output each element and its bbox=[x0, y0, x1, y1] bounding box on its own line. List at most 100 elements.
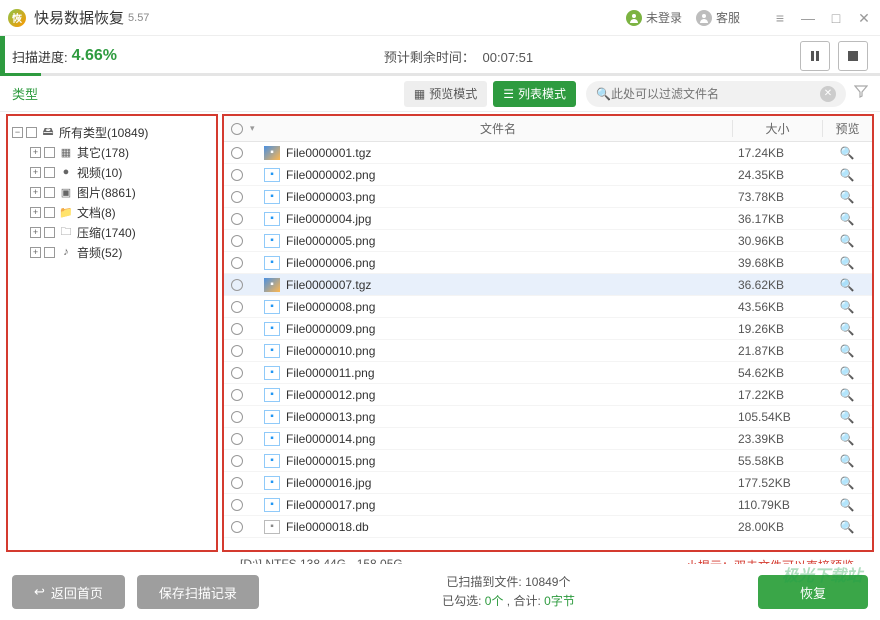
preview-button[interactable]: 🔍 bbox=[822, 388, 872, 402]
type-tab[interactable]: 类型 bbox=[12, 84, 38, 103]
support-button[interactable]: 客服 bbox=[696, 9, 740, 26]
back-button[interactable]: ↩ 返回首页 bbox=[12, 575, 125, 609]
expand-icon[interactable]: + bbox=[30, 247, 41, 258]
tree-item[interactable]: +📁文档(8) bbox=[12, 202, 212, 222]
preview-button[interactable]: 🔍 bbox=[822, 344, 872, 358]
table-row[interactable]: ▪File0000012.png17.22KB🔍 bbox=[224, 384, 872, 406]
list-mode-tab[interactable]: ☰ 列表模式 bbox=[493, 81, 576, 107]
table-row[interactable]: ▪File0000014.png23.39KB🔍 bbox=[224, 428, 872, 450]
row-checkbox[interactable] bbox=[231, 389, 243, 401]
table-row[interactable]: ▪File0000006.png39.68KB🔍 bbox=[224, 252, 872, 274]
table-row[interactable]: ▪File0000001.tgz17.24KB🔍 bbox=[224, 142, 872, 164]
table-row[interactable]: ▪File0000018.db28.00KB🔍 bbox=[224, 516, 872, 538]
preview-button[interactable]: 🔍 bbox=[822, 234, 872, 248]
row-checkbox[interactable] bbox=[231, 323, 243, 335]
col-name[interactable]: 文件名 bbox=[264, 120, 732, 137]
table-row[interactable]: ▪File0000005.png30.96KB🔍 bbox=[224, 230, 872, 252]
tree-item-label: 图片(8861) bbox=[77, 184, 136, 201]
preview-button[interactable]: 🔍 bbox=[822, 300, 872, 314]
checkbox[interactable] bbox=[44, 247, 55, 258]
table-row[interactable]: ▪File0000013.png105.54KB🔍 bbox=[224, 406, 872, 428]
file-name: File0000005.png bbox=[286, 234, 375, 248]
preview-button[interactable]: 🔍 bbox=[822, 520, 872, 534]
menu-icon[interactable]: ≡ bbox=[772, 11, 788, 25]
clear-search-icon[interactable]: ✕ bbox=[820, 86, 836, 102]
select-all-checkbox[interactable] bbox=[231, 123, 243, 135]
login-button[interactable]: 未登录 bbox=[626, 9, 682, 26]
table-row[interactable]: ▪File0000017.png110.79KB🔍 bbox=[224, 494, 872, 516]
preview-button[interactable]: 🔍 bbox=[822, 476, 872, 490]
table-row[interactable]: ▪File0000016.jpg177.52KB🔍 bbox=[224, 472, 872, 494]
row-checkbox[interactable] bbox=[231, 455, 243, 467]
col-preview[interactable]: 预览 bbox=[822, 120, 872, 137]
preview-button[interactable]: 🔍 bbox=[822, 410, 872, 424]
expand-icon[interactable]: + bbox=[30, 227, 41, 238]
table-row[interactable]: ▪File0000010.png21.87KB🔍 bbox=[224, 340, 872, 362]
stop-button[interactable] bbox=[838, 41, 868, 71]
checkbox[interactable] bbox=[26, 127, 37, 138]
row-checkbox[interactable] bbox=[231, 169, 243, 181]
pause-button[interactable] bbox=[800, 41, 830, 71]
row-checkbox[interactable] bbox=[231, 257, 243, 269]
preview-button[interactable]: 🔍 bbox=[822, 212, 872, 226]
tree-item[interactable]: +♪音频(52) bbox=[12, 242, 212, 262]
checkbox[interactable] bbox=[44, 227, 55, 238]
preview-button[interactable]: 🔍 bbox=[822, 366, 872, 380]
header-dropdown-icon[interactable]: ▾ bbox=[250, 123, 264, 134]
preview-button[interactable]: 🔍 bbox=[822, 322, 872, 336]
table-row[interactable]: ▪File0000015.png55.58KB🔍 bbox=[224, 450, 872, 472]
row-checkbox[interactable] bbox=[231, 301, 243, 313]
checkbox[interactable] bbox=[44, 207, 55, 218]
preview-button[interactable]: 🔍 bbox=[822, 498, 872, 512]
close-icon[interactable]: ✕ bbox=[856, 11, 872, 25]
tree-item[interactable]: +▣图片(8861) bbox=[12, 182, 212, 202]
search-box[interactable]: 🔍 ✕ bbox=[586, 81, 846, 107]
preview-button[interactable]: 🔍 bbox=[822, 256, 872, 270]
collapse-icon[interactable]: − bbox=[12, 127, 23, 138]
save-scan-button[interactable]: 保存扫描记录 bbox=[137, 575, 259, 609]
table-row[interactable]: ▪File0000007.tgz36.62KB🔍 bbox=[224, 274, 872, 296]
maximize-icon[interactable]: □ bbox=[828, 11, 844, 25]
row-checkbox[interactable] bbox=[231, 213, 243, 225]
row-checkbox[interactable] bbox=[231, 279, 243, 291]
preview-button[interactable]: 🔍 bbox=[822, 190, 872, 204]
row-checkbox[interactable] bbox=[231, 345, 243, 357]
checkbox[interactable] bbox=[44, 187, 55, 198]
table-row[interactable]: ▪File0000008.png43.56KB🔍 bbox=[224, 296, 872, 318]
search-input[interactable] bbox=[611, 87, 814, 101]
col-size[interactable]: 大小 bbox=[732, 120, 822, 137]
minimize-icon[interactable]: — bbox=[800, 11, 816, 25]
expand-icon[interactable]: + bbox=[30, 187, 41, 198]
preview-button[interactable]: 🔍 bbox=[822, 454, 872, 468]
tree-item[interactable]: +●视频(10) bbox=[12, 162, 212, 182]
filter-icon[interactable] bbox=[854, 84, 868, 103]
tree-root[interactable]: − 🖴 所有类型(10849) bbox=[12, 122, 212, 142]
tree-item[interactable]: +▦其它(178) bbox=[12, 142, 212, 162]
row-checkbox[interactable] bbox=[231, 477, 243, 489]
checkbox[interactable] bbox=[44, 167, 55, 178]
expand-icon[interactable]: + bbox=[30, 207, 41, 218]
row-checkbox[interactable] bbox=[231, 191, 243, 203]
table-row[interactable]: ▪File0000011.png54.62KB🔍 bbox=[224, 362, 872, 384]
preview-button[interactable]: 🔍 bbox=[822, 168, 872, 182]
row-checkbox[interactable] bbox=[231, 411, 243, 423]
preview-button[interactable]: 🔍 bbox=[822, 146, 872, 160]
recover-button[interactable]: 恢复 bbox=[758, 575, 868, 609]
preview-button[interactable]: 🔍 bbox=[822, 432, 872, 446]
tree-item[interactable]: +🗀压缩(1740) bbox=[12, 222, 212, 242]
table-row[interactable]: ▪File0000004.jpg36.17KB🔍 bbox=[224, 208, 872, 230]
table-row[interactable]: ▪File0000002.png24.35KB🔍 bbox=[224, 164, 872, 186]
expand-icon[interactable]: + bbox=[30, 167, 41, 178]
row-checkbox[interactable] bbox=[231, 235, 243, 247]
table-row[interactable]: ▪File0000009.png19.26KB🔍 bbox=[224, 318, 872, 340]
row-checkbox[interactable] bbox=[231, 433, 243, 445]
table-row[interactable]: ▪File0000003.png73.78KB🔍 bbox=[224, 186, 872, 208]
preview-mode-tab[interactable]: ▦ 预览模式 bbox=[404, 81, 487, 107]
row-checkbox[interactable] bbox=[231, 521, 243, 533]
preview-button[interactable]: 🔍 bbox=[822, 278, 872, 292]
row-checkbox[interactable] bbox=[231, 499, 243, 511]
row-checkbox[interactable] bbox=[231, 367, 243, 379]
checkbox[interactable] bbox=[44, 147, 55, 158]
row-checkbox[interactable] bbox=[231, 147, 243, 159]
expand-icon[interactable]: + bbox=[30, 147, 41, 158]
